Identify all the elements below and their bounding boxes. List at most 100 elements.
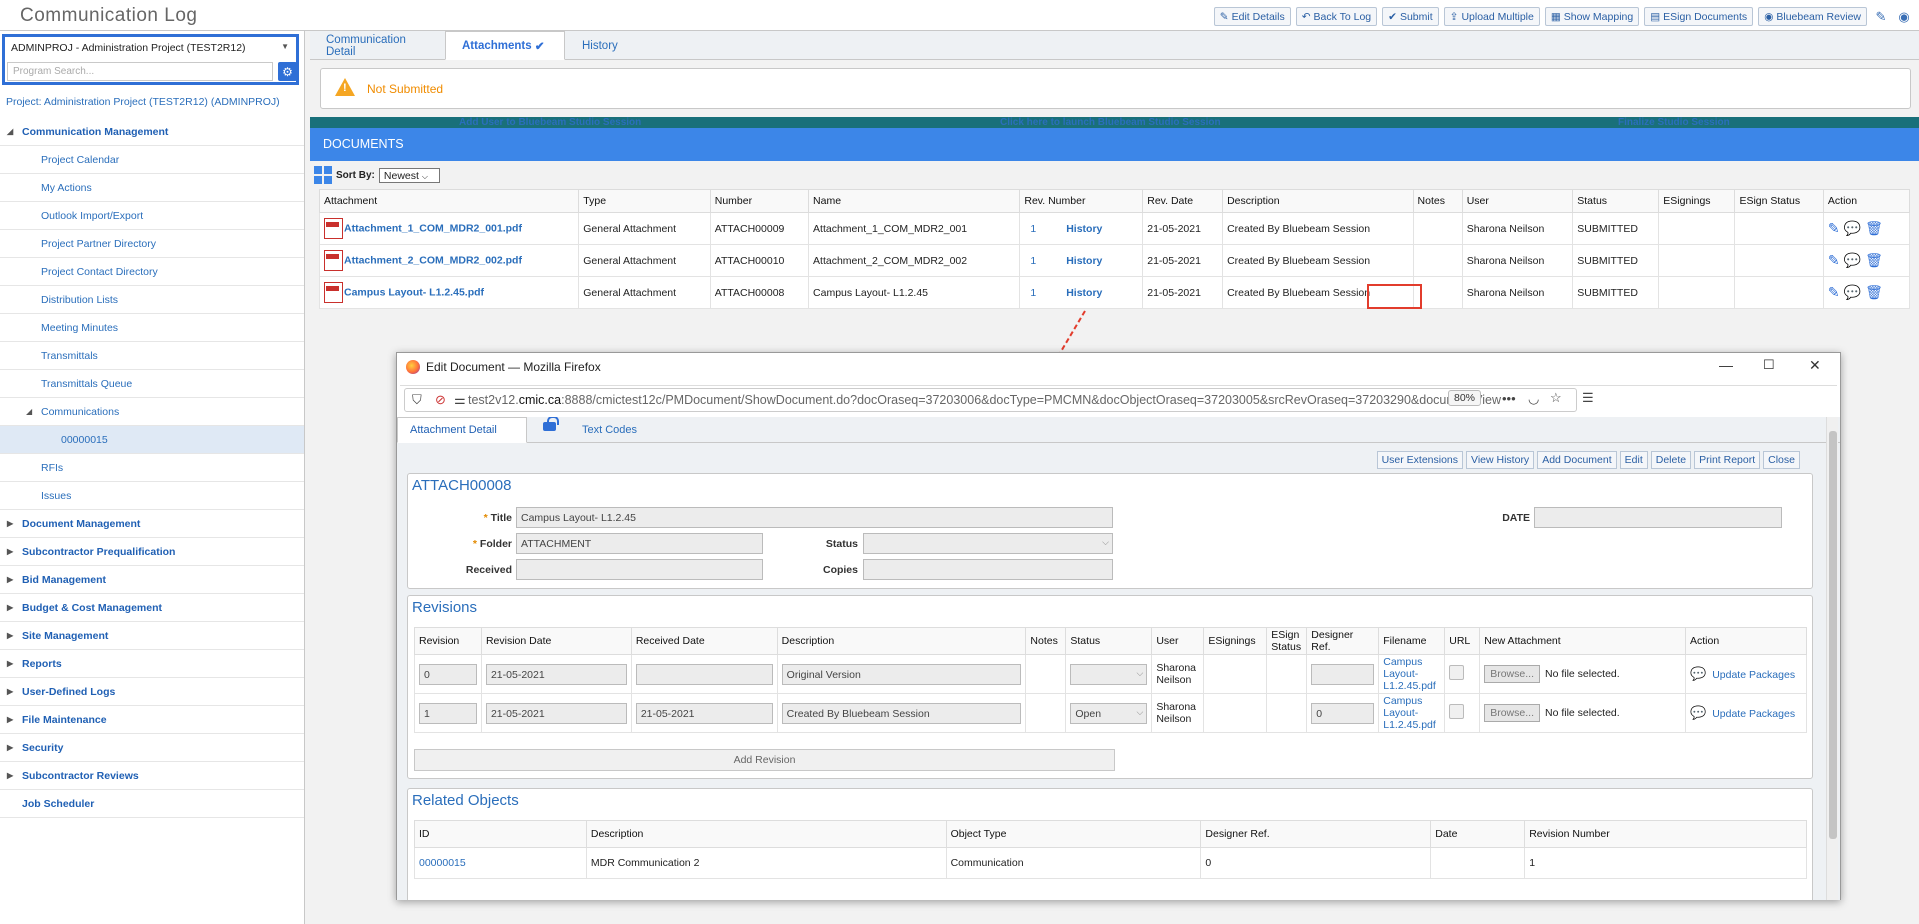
revision-date-input[interactable]: 21-05-2021: [485, 702, 627, 724]
pencil-icon[interactable]: ✎: [1828, 220, 1840, 237]
status-select[interactable]: ⌵: [1070, 663, 1148, 685]
nav-item[interactable]: Project Calendar: [0, 146, 304, 174]
menu-icon[interactable]: ☰: [1582, 390, 1594, 406]
zoom-badge[interactable]: 80%: [1448, 390, 1482, 406]
nav-item[interactable]: ▶ Budget & Cost Management: [0, 594, 304, 622]
comments-icon[interactable]: 💬: [1844, 284, 1861, 301]
unlock-icon[interactable]: [543, 417, 559, 431]
trash-icon[interactable]: 🗑: [1865, 284, 1883, 301]
tab-text-codes[interactable]: Text Codes: [570, 417, 649, 443]
nav-item[interactable]: Meeting Minutes: [0, 314, 304, 342]
caret-right-icon[interactable]: ▶: [7, 519, 13, 528]
tab-history[interactable]: History: [566, 31, 646, 60]
rev-number-link[interactable]: 1: [1030, 255, 1036, 267]
trash-icon[interactable]: 🗑: [1865, 220, 1883, 237]
rev-number-link[interactable]: 1: [1030, 287, 1036, 299]
tab-attachments[interactable]: Attachments ✔: [445, 31, 565, 60]
maximize-icon[interactable]: ☐: [1763, 357, 1775, 373]
pocket-icon[interactable]: ◡: [1528, 391, 1539, 407]
add-revision-button[interactable]: Add Revision: [414, 749, 1115, 771]
tab-attachment-detail[interactable]: Attachment Detail: [397, 417, 527, 443]
popup-toolbar-button[interactable]: Add Document: [1537, 451, 1617, 469]
nav-item[interactable]: ◢ Communications: [0, 398, 304, 426]
nav-item[interactable]: Transmittals Queue: [0, 370, 304, 398]
comments-icon[interactable]: 💬: [1844, 252, 1861, 269]
tab-communication-detail[interactable]: Communication Detail: [310, 31, 445, 60]
comments-icon[interactable]: 💬: [1690, 705, 1706, 720]
status-select[interactable]: ⌵: [863, 533, 1113, 554]
nav-item[interactable]: ▶ File Maintenance: [0, 706, 304, 734]
designer-ref-input[interactable]: [1311, 663, 1375, 685]
attachment-link[interactable]: Campus Layout- L1.2.45.pdf: [344, 286, 484, 298]
nav-item[interactable]: 00000015: [0, 426, 304, 454]
minimize-icon[interactable]: —: [1719, 357, 1733, 373]
caret-right-icon[interactable]: ▶: [7, 743, 13, 752]
revision-input[interactable]: 0: [419, 663, 477, 685]
grid-view-icon[interactable]: [314, 166, 332, 184]
browse-button[interactable]: Browse...: [1484, 704, 1540, 722]
shield-icon[interactable]: ⛉: [412, 392, 422, 408]
popup-scrollbar[interactable]: [1826, 417, 1838, 900]
project-select[interactable]: ADMINPROJ - Administration Project (TEST…: [7, 39, 293, 57]
toolbar-button[interactable]: ⇪ Upload Multiple: [1443, 7, 1540, 26]
caret-right-icon[interactable]: ▶: [7, 603, 13, 612]
finalize-studio-link[interactable]: Finalize Studio Session: [1618, 117, 1730, 128]
nav-item[interactable]: RFIs: [0, 454, 304, 482]
received-field[interactable]: [516, 559, 763, 580]
program-search-input[interactable]: Program Search...: [7, 62, 273, 81]
permissions-icon[interactable]: ⚌: [454, 392, 466, 408]
toolbar-button[interactable]: ▦ Show Mapping: [1544, 7, 1640, 26]
caret-down-icon[interactable]: ◢: [26, 407, 32, 416]
caret-right-icon[interactable]: ▶: [7, 771, 13, 780]
status-select[interactable]: Open ⌵: [1070, 702, 1148, 724]
url-field[interactable]: test2v12.cmic.ca:8888/cmictest12c/PMDocu…: [404, 388, 1577, 412]
nav-item[interactable]: ◢ Communication Management: [0, 118, 304, 146]
edit-icon[interactable]: ✎: [1872, 8, 1890, 26]
sort-select[interactable]: Newest ⌵: [378, 167, 440, 183]
revision-date-input[interactable]: 21-05-2021: [485, 663, 627, 685]
toolbar-button[interactable]: ✎ Edit Details: [1213, 7, 1291, 26]
update-packages-link[interactable]: Update Packages: [1712, 669, 1795, 681]
update-packages-link[interactable]: Update Packages: [1712, 708, 1795, 720]
nav-item[interactable]: Distribution Lists: [0, 286, 304, 314]
received-date-input[interactable]: [635, 663, 773, 685]
popup-toolbar-button[interactable]: Print Report: [1694, 451, 1761, 469]
designer-ref-input[interactable]: 0: [1311, 702, 1375, 724]
related-id-link[interactable]: 00000015: [419, 857, 466, 869]
nav-item[interactable]: ▶ Site Management: [0, 622, 304, 650]
nav-item[interactable]: Job Scheduler: [0, 790, 304, 818]
popup-toolbar-button[interactable]: View History: [1466, 451, 1535, 469]
caret-right-icon[interactable]: ▶: [7, 715, 13, 724]
title-field[interactable]: Campus Layout- L1.2.45: [516, 507, 1113, 528]
bookmark-star-icon[interactable]: ☆: [1550, 390, 1562, 406]
toolbar-button[interactable]: ↶ Back To Log: [1295, 7, 1378, 26]
toolbar-button[interactable]: ▤ ESign Documents: [1644, 7, 1754, 26]
popup-toolbar-button[interactable]: Delete: [1650, 451, 1692, 469]
toolbar-button[interactable]: ✔ Submit: [1382, 7, 1439, 26]
copies-field[interactable]: [863, 559, 1113, 580]
caret-right-icon[interactable]: ▶: [7, 631, 13, 640]
caret-right-icon[interactable]: ▶: [7, 687, 13, 696]
caret-right-icon[interactable]: ▶: [7, 575, 13, 584]
folder-field[interactable]: ATTACHMENT: [516, 533, 763, 554]
revision-input[interactable]: 1: [419, 702, 477, 724]
nav-item[interactable]: ▶ Subcontractor Reviews: [0, 762, 304, 790]
launch-bluebeam-link[interactable]: Click here to launch Bluebeam Studio Ses…: [1000, 117, 1221, 128]
blocked-mic-icon[interactable]: ⊘: [435, 392, 446, 408]
toolbar-button[interactable]: ◉ Bluebeam Review: [1758, 7, 1867, 26]
pencil-icon[interactable]: ✎: [1828, 284, 1840, 301]
filename-link[interactable]: Campus Layout- L1.2.45.pdf: [1383, 695, 1436, 731]
url-checkbox[interactable]: [1449, 665, 1465, 680]
rev-number-link[interactable]: 1: [1030, 223, 1036, 235]
popup-toolbar-button[interactable]: User Extensions: [1376, 451, 1464, 469]
project-title[interactable]: Project: Administration Project (TEST2R1…: [6, 96, 280, 108]
nav-item[interactable]: Outlook Import/Export: [0, 202, 304, 230]
nav-item[interactable]: Project Contact Directory: [0, 258, 304, 286]
received-date-input[interactable]: 21-05-2021: [635, 702, 773, 724]
nav-item[interactable]: ▶ Subcontractor Prequalification: [0, 538, 304, 566]
browse-button[interactable]: Browse...: [1484, 665, 1540, 683]
comments-icon[interactable]: 💬: [1844, 220, 1861, 237]
add-user-bluebeam-link[interactable]: Add User to Bluebeam Studio Session: [459, 117, 641, 128]
history-link[interactable]: History: [1066, 223, 1102, 235]
more-icon[interactable]: •••: [1502, 391, 1516, 406]
